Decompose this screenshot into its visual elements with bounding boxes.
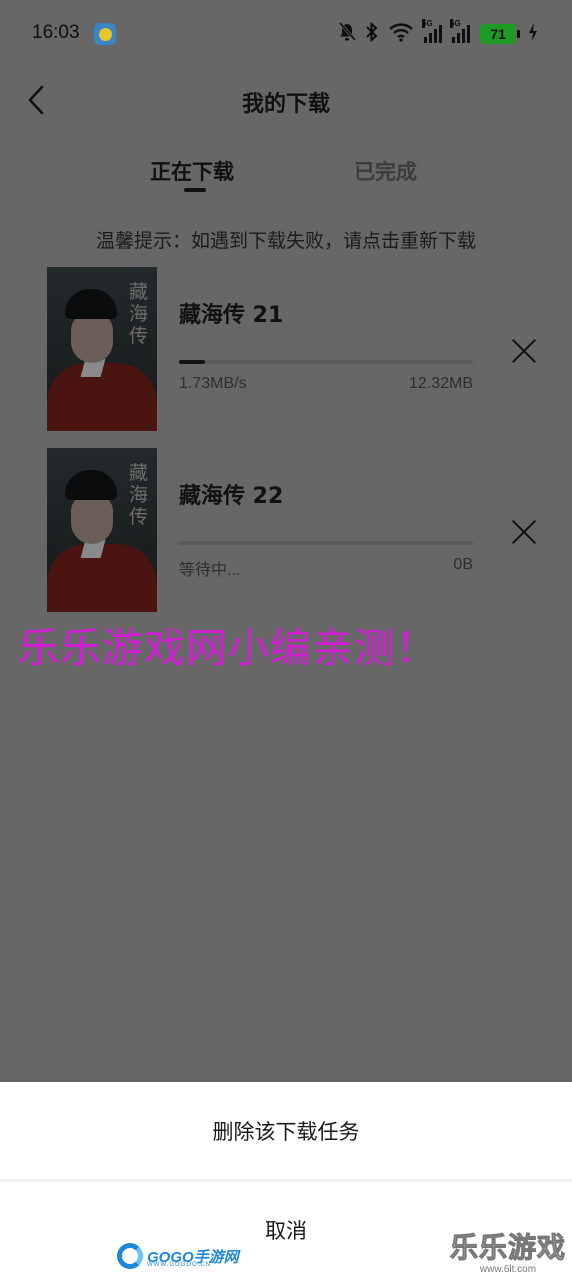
- mute-bell-icon: [338, 22, 357, 46]
- battery-icon: 71: [480, 24, 520, 44]
- tab-bar: 正在下载 已完成: [0, 150, 572, 200]
- close-icon[interactable]: [510, 518, 538, 546]
- episode-title: 藏海传 21: [179, 303, 284, 328]
- episode-poster: 藏海传: [47, 267, 157, 431]
- network-type-label: 5G: [450, 19, 461, 28]
- download-item[interactable]: 藏海传 藏海传 22 等待中... 0B: [0, 448, 572, 614]
- close-icon[interactable]: [510, 337, 538, 365]
- signal-icon: 5G: [450, 19, 470, 43]
- status-icons: 5G 5G 71: [338, 19, 538, 47]
- download-size: 12.32MB: [408, 375, 473, 392]
- app-notification-icon: [94, 23, 116, 45]
- wifi-icon: [388, 22, 414, 46]
- logo-url: WWW.GOGOO.CN: [147, 1262, 211, 1268]
- download-speed: 1.73MB/s: [179, 375, 247, 392]
- delete-download-button[interactable]: 删除该下载任务: [0, 1082, 572, 1180]
- download-size: 0B: [453, 556, 473, 573]
- logo-text: 乐乐游戏: [449, 1231, 566, 1265]
- status-time: 16:03: [32, 22, 80, 43]
- signal-icon: 5G: [422, 19, 442, 43]
- download-progress-bar: [179, 541, 473, 545]
- page-title: 我的下载: [241, 92, 330, 117]
- watermark-text: 乐乐游戏网小编亲测！: [18, 624, 438, 672]
- download-item[interactable]: 藏海传 藏海传 21 1.73MB/s 12.32MB: [0, 267, 572, 433]
- site-logo-gogo: GOGO手游网 WWW.GOGOO.CN: [117, 1240, 239, 1272]
- site-logo-lele: 乐乐游戏 www.6lt.com: [449, 1226, 566, 1276]
- network-type-label: 5G: [422, 19, 433, 28]
- download-progress-fill: [179, 360, 206, 364]
- download-status: 等待中...: [179, 562, 241, 579]
- download-progress-bar: [179, 360, 473, 364]
- tab-downloading[interactable]: 正在下载: [150, 156, 234, 186]
- status-bar: 16:03 5G 5G 71: [0, 0, 572, 66]
- episode-poster: 藏海传: [47, 448, 157, 612]
- active-tab-indicator: [184, 188, 206, 192]
- logo-icon: [117, 1243, 143, 1269]
- download-hint: 温馨提示：如遇到下载失败，请点击重新下载: [95, 230, 476, 252]
- bluetooth-icon: [366, 21, 378, 46]
- poster-title-text: 藏海传: [129, 281, 149, 347]
- tab-completed[interactable]: 已完成: [354, 156, 417, 186]
- episode-title: 藏海传 22: [179, 484, 284, 509]
- charging-icon: [528, 22, 538, 47]
- poster-title-text: 藏海传: [129, 462, 149, 528]
- nav-bar: 我的下载: [0, 66, 572, 138]
